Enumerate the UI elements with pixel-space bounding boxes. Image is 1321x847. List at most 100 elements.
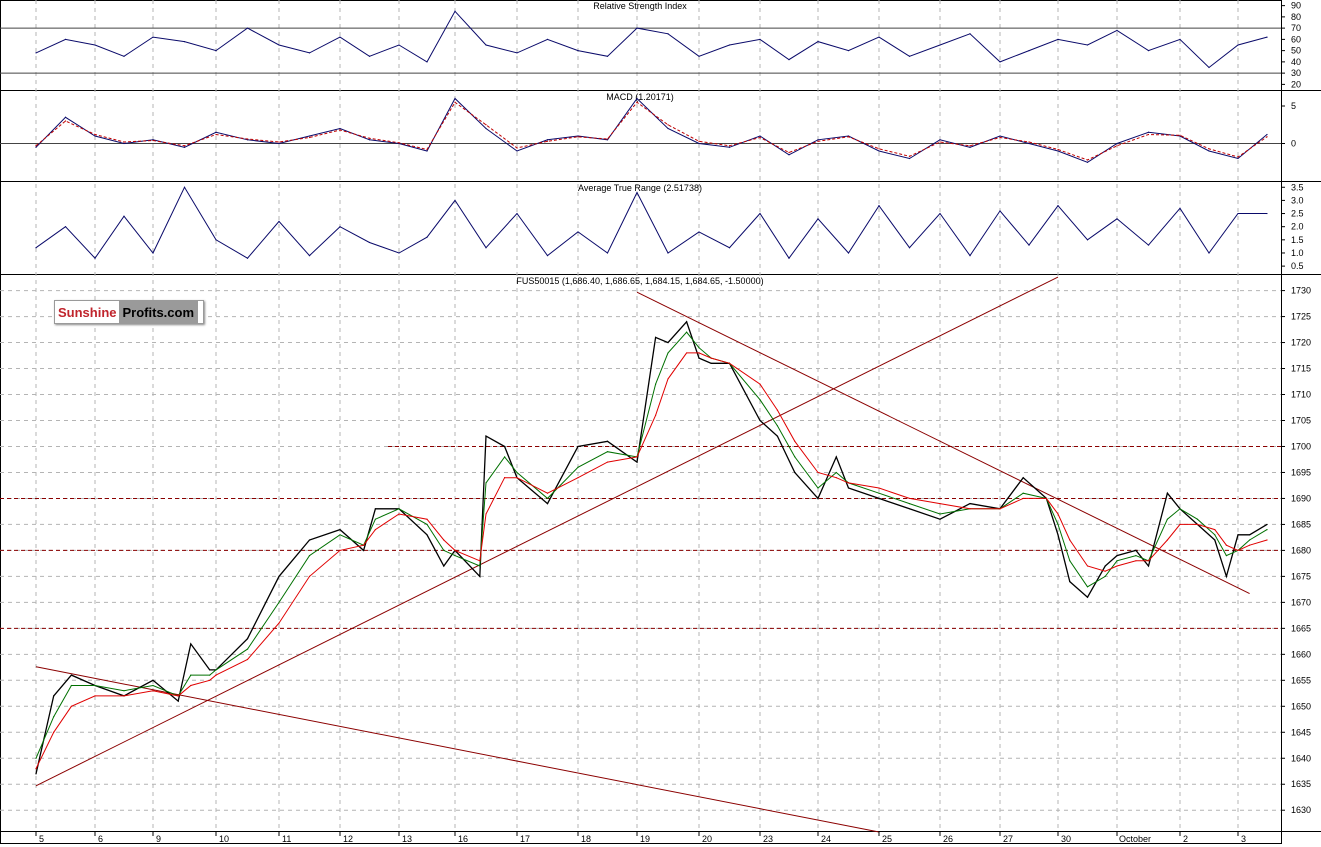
data-point: [70, 684, 72, 687]
x-tick-label: October: [1119, 834, 1151, 844]
data-point: [667, 252, 669, 254]
data-point: [606, 138, 609, 140]
data-point: [215, 50, 217, 52]
data-point: [698, 55, 700, 57]
data-point: [123, 690, 125, 692]
data-point: [546, 492, 549, 494]
data-point: [94, 133, 96, 136]
data-point: [776, 409, 779, 411]
data-point: [1028, 141, 1030, 143]
x-tick-label: 24: [821, 834, 831, 844]
data-point: [1214, 539, 1216, 541]
data-point: [1179, 38, 1181, 40]
data-point: [847, 252, 850, 254]
data-point: [443, 539, 445, 541]
data-point: [728, 362, 731, 364]
data-point: [577, 231, 579, 233]
data-point: [35, 773, 37, 775]
data-point: [847, 136, 850, 138]
data-point: [1086, 565, 1089, 567]
data-point: [215, 239, 217, 241]
x-tick-label: 19: [640, 834, 650, 844]
data-point: [1214, 529, 1216, 531]
y-tick-label: 1695: [1291, 467, 1311, 477]
data-point: [686, 352, 688, 354]
data-point: [64, 226, 67, 228]
data-point: [152, 679, 154, 681]
data-point: [246, 658, 249, 661]
data-point: [878, 497, 880, 500]
data-point: [183, 146, 186, 148]
y-tick-label: 0.5: [1291, 261, 1304, 271]
y-tick-label: 3.0: [1291, 195, 1304, 205]
y-tick-label: 60: [1291, 34, 1301, 44]
data-point: [94, 44, 96, 46]
data-point: [1249, 544, 1251, 546]
data-point: [152, 684, 154, 687]
data-point: [939, 44, 941, 46]
data-point: [479, 565, 481, 567]
data-point: [728, 44, 731, 46]
data-point: [1266, 36, 1268, 38]
data-point: [969, 146, 971, 148]
data-point: [1086, 596, 1089, 598]
data-point: [516, 147, 518, 149]
data-point: [339, 36, 341, 38]
data-point: [728, 247, 731, 249]
data-point: [1057, 523, 1059, 526]
data-point: [190, 643, 192, 645]
data-point: [728, 145, 731, 147]
data-point: [1057, 150, 1059, 152]
data-point: [398, 508, 400, 510]
data-point: [835, 456, 837, 458]
data-point: [776, 435, 779, 437]
panel-title: FUS50015 (1,686.40, 1,686.65, 1,684.15, …: [516, 276, 763, 286]
data-point: [278, 575, 280, 577]
data-point: [710, 362, 712, 364]
x-tick-label: 10: [219, 834, 229, 844]
data-point: [939, 513, 941, 515]
data-point: [1028, 244, 1030, 246]
data-point: [363, 549, 365, 552]
x-tick-label: 20: [702, 834, 712, 844]
data-point: [546, 38, 549, 40]
data-point: [908, 55, 911, 57]
data-point: [969, 508, 971, 510]
data-point: [1069, 580, 1071, 583]
stock-chart: Relative Strength Index 9080706050403020M…: [0, 0, 1321, 844]
data-point: [70, 705, 72, 707]
data-point: [1266, 539, 1268, 541]
indicator-series-line: [35, 10, 1268, 69]
x-tick-label: 11: [282, 834, 291, 844]
x-tick-label: 3: [1241, 834, 1246, 844]
data-point: [908, 508, 911, 510]
y-tick-label: 1660: [1291, 649, 1311, 659]
data-point: [485, 513, 487, 515]
data-point: [999, 210, 1001, 212]
data-point: [1196, 518, 1198, 520]
data-point: [546, 497, 549, 500]
data-point: [1237, 212, 1239, 215]
data-point: [1086, 239, 1089, 241]
data-point: [667, 124, 669, 126]
data-point: [35, 145, 37, 147]
y-tick-label: 1725: [1291, 312, 1311, 322]
data-point: [94, 135, 96, 137]
data-point: [123, 142, 125, 145]
data-point: [190, 684, 192, 687]
data-point: [686, 321, 688, 323]
data-point: [1237, 44, 1239, 46]
data-point: [878, 487, 880, 489]
data-point: [1086, 161, 1089, 163]
data-point: [368, 137, 371, 139]
data-point: [698, 140, 700, 142]
data-point: [847, 50, 850, 52]
x-tick-label: 23: [763, 834, 773, 844]
trendline: [35, 276, 1059, 787]
data-point: [1116, 560, 1118, 562]
data-point: [788, 257, 790, 259]
data-point: [577, 466, 579, 468]
data-point: [308, 52, 311, 54]
data-point: [516, 52, 518, 54]
y-tick-label: 5: [1291, 101, 1296, 111]
